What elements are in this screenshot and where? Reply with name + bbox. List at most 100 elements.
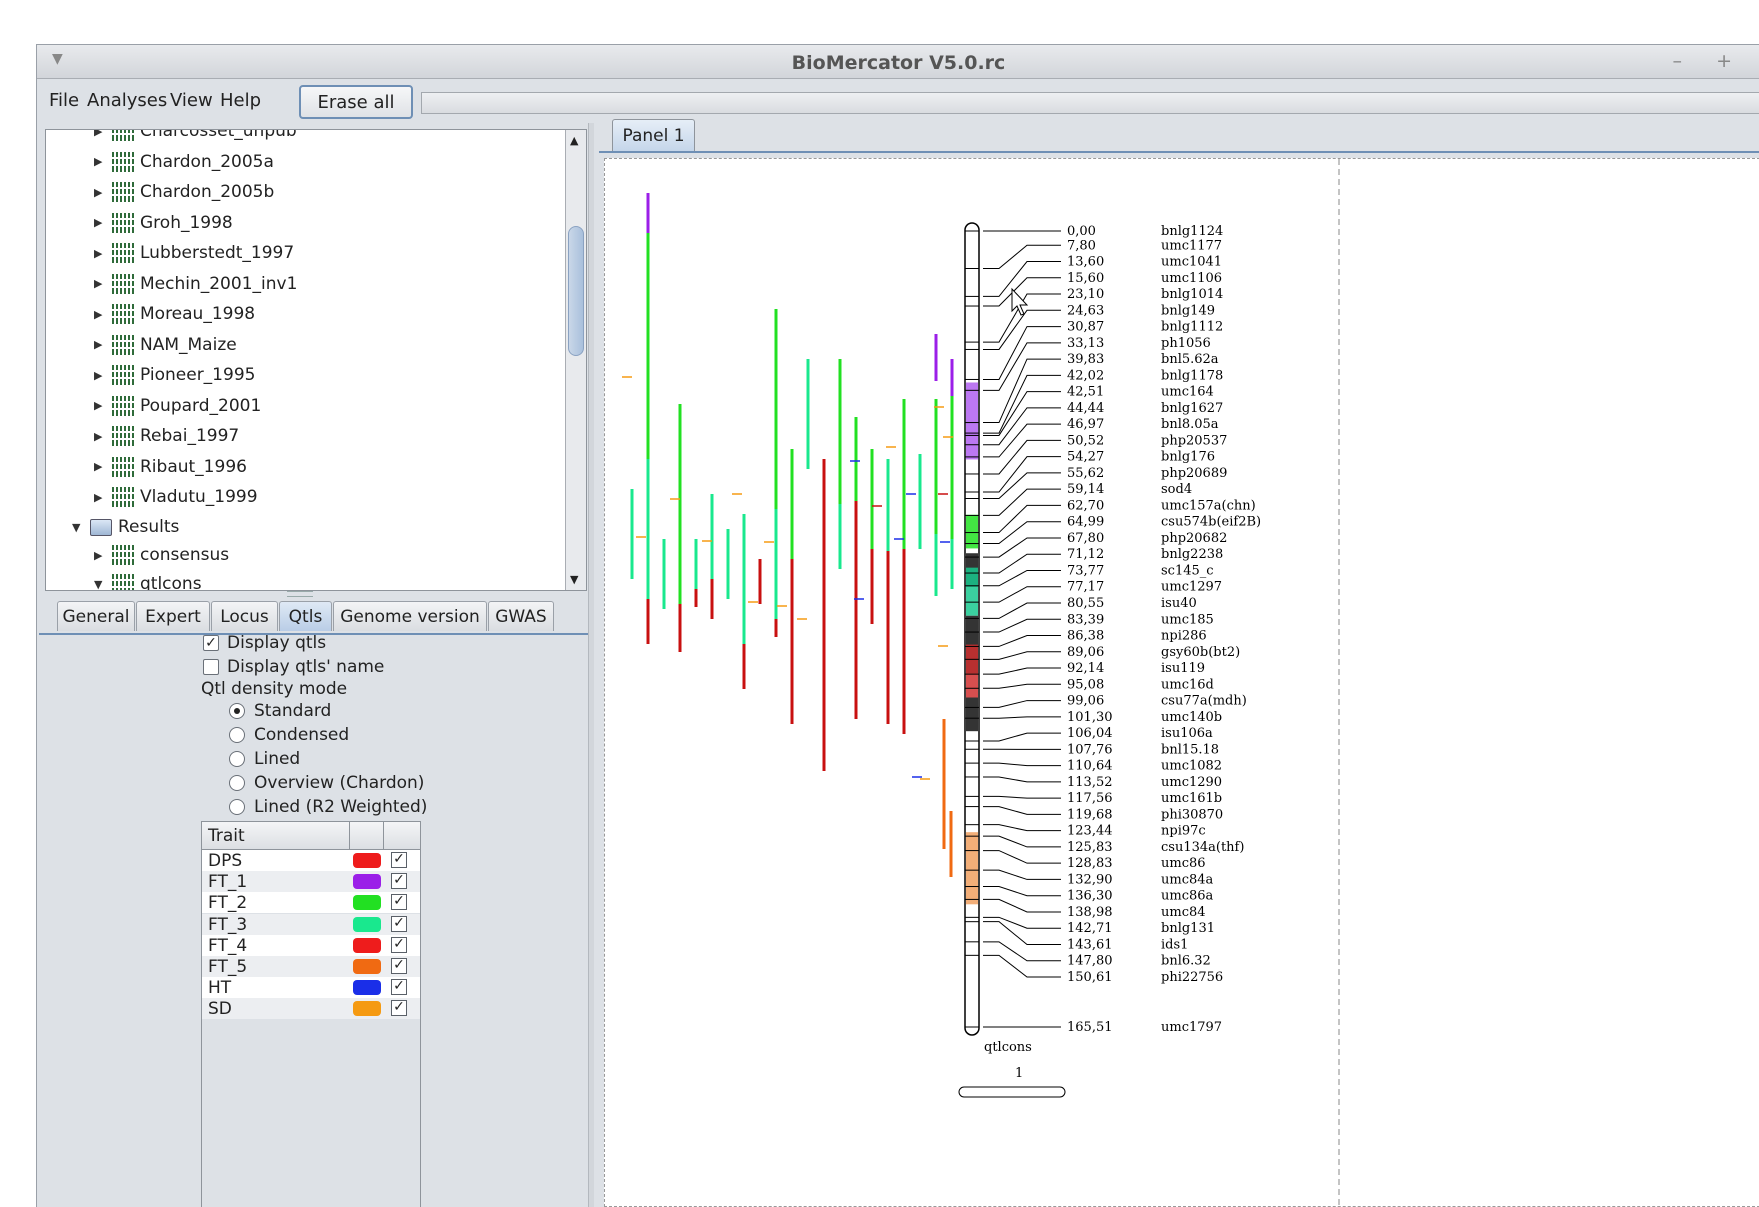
tab-qtls[interactable]: Qtls [279,601,332,631]
trait-row[interactable]: FT_5✓ [202,956,420,977]
display-qtls-checkbox[interactable]: ✓ Display qtls [203,633,326,653]
tree-item[interactable]: ▶Ribaut_1996 [94,452,247,482]
radio-icon[interactable] [229,799,245,815]
radio-selected-icon[interactable] [229,703,245,719]
marker-position-label: 33,13 [1067,336,1104,351]
collapsed-arrow-icon[interactable]: ▶ [94,155,112,168]
trait-row[interactable]: FT_3✓ [202,914,420,935]
tree-item[interactable]: ▶Rebai_1997 [94,421,239,451]
window-controls[interactable]: – + [1673,50,1746,72]
trait-color-swatch[interactable] [353,959,381,974]
tree-scrollbar[interactable]: ▲ ▼ [565,130,586,590]
trait-row[interactable]: FT_1✓ [202,871,420,892]
marker-connector [983,408,1061,445]
trait-row[interactable]: HT✓ [202,977,420,998]
tree-item[interactable]: ▶Chardon_2005a [94,147,274,177]
trait-table[interactable]: Trait DPS✓FT_1✓FT_2✓FT_3✓FT_4✓FT_5✓HT✓SD… [201,821,421,1207]
density-block [966,382,978,459]
trait-visible-checkbox[interactable]: ✓ [391,894,407,910]
collapsed-arrow-icon[interactable]: ▶ [94,186,112,199]
tree-folder-results[interactable]: ▼Results [72,512,179,542]
trait-color-swatch[interactable] [353,874,381,889]
trait-color-swatch[interactable] [353,917,381,932]
collapsed-arrow-icon[interactable]: ▶ [94,460,112,473]
trait-row[interactable]: FT_2✓ [202,892,420,913]
tree-item[interactable]: ▶Lubberstedt_1997 [94,238,294,268]
tree-item-label: Chardon_2005b [140,182,274,202]
collapsed-arrow-icon[interactable]: ▶ [94,399,112,412]
collapsed-arrow-icon[interactable]: ▶ [94,216,112,229]
collapsed-arrow-icon[interactable]: ▶ [94,247,112,260]
map-canvas[interactable]: 0,00bnlg11247,80umc117713,60umc104115,60… [604,158,1759,1207]
expanded-arrow-icon[interactable]: ▼ [94,578,112,591]
checkbox-unchecked-icon[interactable] [203,659,219,675]
menu-view[interactable]: View [170,90,213,111]
menu-analyses[interactable]: Analyses [87,90,167,111]
collapsed-arrow-icon[interactable]: ▶ [94,129,112,138]
title-bar[interactable]: ▼ BioMercator V5.0.rc – + [37,45,1759,79]
trait-row[interactable]: FT_4✓ [202,935,420,956]
trait-row[interactable]: DPS✓ [202,850,420,871]
radio-icon[interactable] [229,751,245,767]
tab-general[interactable]: General [57,601,135,631]
trait-color-swatch[interactable] [353,980,381,995]
mode-condensed-radio[interactable]: Condensed [229,725,349,745]
tree-item[interactable]: ▶Moreau_1998 [94,299,255,329]
trait-row[interactable]: SD✓ [202,998,420,1019]
collapsed-arrow-icon[interactable]: ▶ [94,308,112,321]
vertical-splitter[interactable] [588,123,594,1207]
trait-visible-checkbox[interactable]: ✓ [391,979,407,995]
collapsed-arrow-icon[interactable]: ▶ [94,338,112,351]
marker-connector [983,836,1061,847]
display-qtls-name-checkbox[interactable]: Display qtls' name [203,657,384,677]
trait-visible-checkbox[interactable]: ✓ [391,852,407,868]
trait-visible-checkbox[interactable]: ✓ [391,958,407,974]
mode-lined-radio[interactable]: Lined [229,749,300,769]
tree-item[interactable]: ▶Vladutu_1999 [94,482,258,512]
tree-item[interactable]: ▶Mechin_2001_inv1 [94,269,297,299]
tree-item[interactable]: ▶Groh_1998 [94,208,233,238]
tree-item[interactable]: ▶consensus [94,540,229,570]
mode-standard-radio[interactable]: Standard [229,701,331,721]
collapsed-arrow-icon[interactable]: ▶ [94,549,112,562]
collapsed-arrow-icon[interactable]: ▶ [94,491,112,504]
tab-locus[interactable]: Locus [211,601,278,631]
trait-visible-checkbox[interactable]: ✓ [391,873,407,889]
marker-name-label: isu106a [1161,726,1213,741]
checkbox-checked-icon[interactable]: ✓ [203,635,219,651]
scroll-thumb[interactable] [568,226,584,356]
collapsed-arrow-icon[interactable]: ▶ [94,430,112,443]
dataset-tree[interactable]: ▶Charcosset_unpub▶Chardon_2005a▶Chardon_… [45,129,587,591]
scroll-up-icon[interactable]: ▲ [570,134,578,147]
radio-icon[interactable] [229,727,245,743]
trait-visible-checkbox[interactable]: ✓ [391,1000,407,1016]
mode-overview-radio[interactable]: Overview (Chardon) [229,773,424,793]
tree-item[interactable]: ▶Charcosset_unpub [94,129,297,146]
trait-visible-checkbox[interactable]: ✓ [391,937,407,953]
tab-gwas[interactable]: GWAS [488,601,554,631]
marker-position-label: 138,98 [1067,905,1113,920]
tree-item[interactable]: ▶NAM_Maize [94,330,237,360]
tree-item[interactable]: ▼qtlcons [94,569,202,591]
expanded-arrow-icon[interactable]: ▼ [72,521,90,534]
trait-color-swatch[interactable] [353,895,381,910]
radio-icon[interactable] [229,775,245,791]
tab-panel-1[interactable]: Panel 1 [612,119,695,151]
menu-help[interactable]: Help [220,90,261,111]
trait-visible-checkbox[interactable]: ✓ [391,916,407,932]
trait-color-swatch[interactable] [353,938,381,953]
collapsed-arrow-icon[interactable]: ▶ [94,277,112,290]
trait-color-swatch[interactable] [353,1001,381,1016]
tab-expert[interactable]: Expert [136,601,210,631]
menu-file[interactable]: File [49,90,79,111]
mode-lined-r2-radio[interactable]: Lined (R2 Weighted) [229,797,427,817]
tab-genome-version[interactable]: Genome version [333,601,487,631]
trait-column-header[interactable]: Trait [208,826,245,846]
tree-item[interactable]: ▶Pioneer_1995 [94,360,255,390]
tree-item[interactable]: ▶ Chardon_2005b [94,177,274,207]
scroll-down-icon[interactable]: ▼ [570,573,578,586]
tree-item[interactable]: ▶Poupard_2001 [94,391,261,421]
erase-all-button[interactable]: Erase all [299,85,413,119]
trait-color-swatch[interactable] [353,853,381,868]
collapsed-arrow-icon[interactable]: ▶ [94,369,112,382]
